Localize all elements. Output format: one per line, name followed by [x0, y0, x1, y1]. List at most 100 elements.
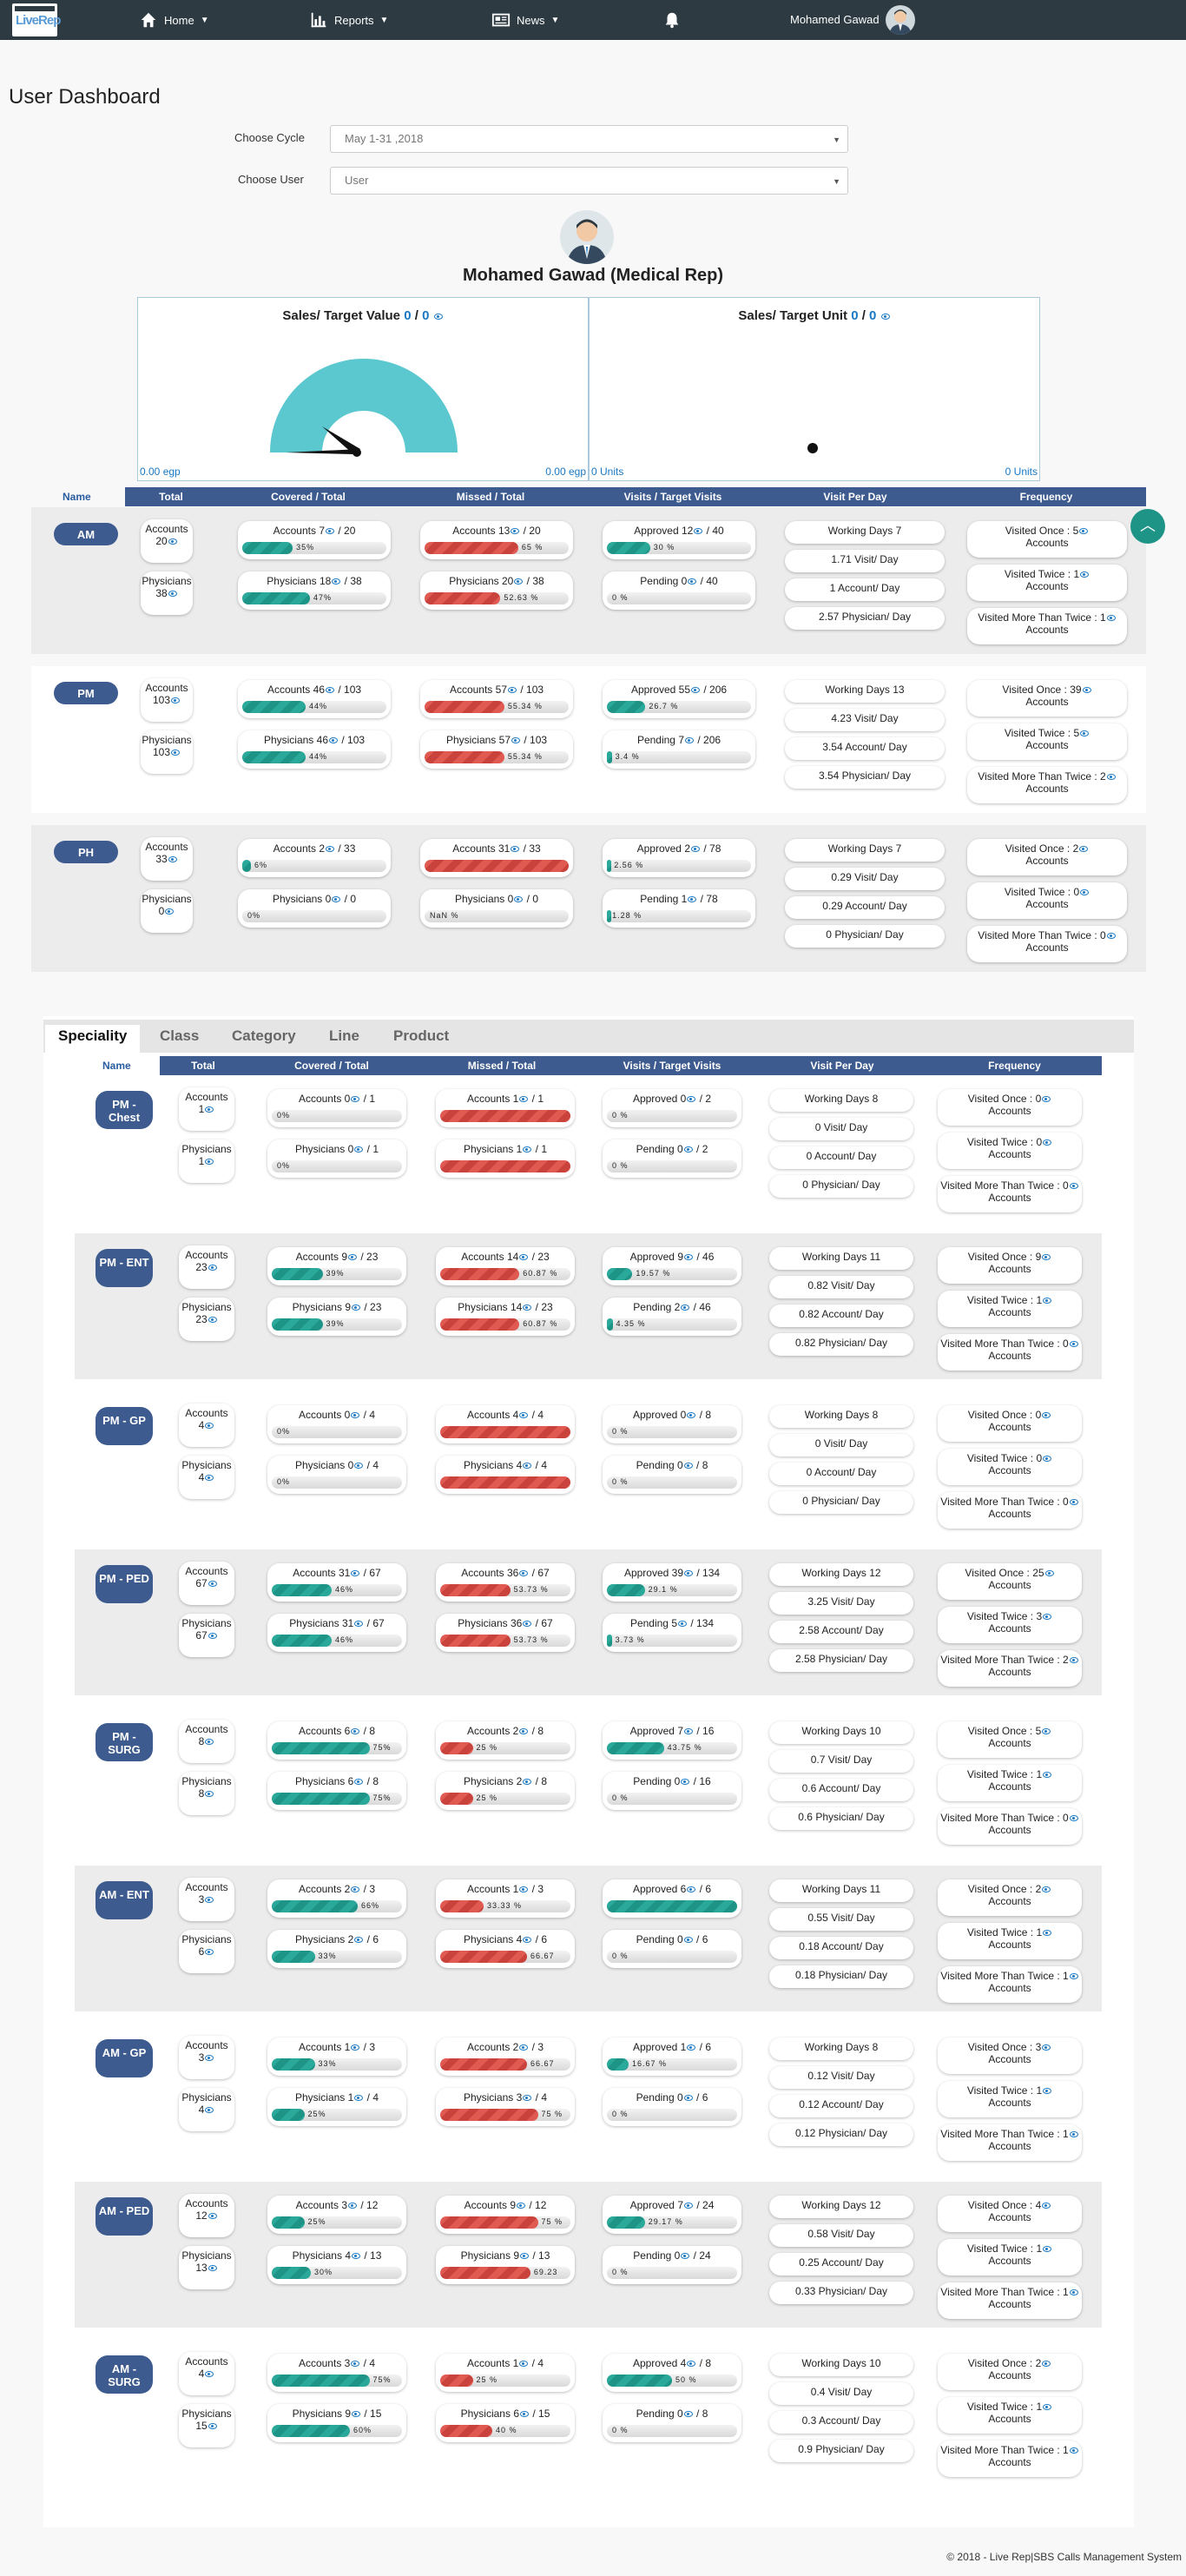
eye-icon[interactable]: [1069, 1341, 1078, 1347]
name-pill[interactable]: AM - SURG: [96, 2355, 153, 2394]
missed-physicians-card[interactable]: Physicians 4 / 6 66.67: [436, 1930, 575, 1968]
eye-icon[interactable]: [523, 1463, 532, 1469]
visited-twice-card[interactable]: Visited Twice : 1 Accounts: [938, 2397, 1082, 2434]
eye-icon[interactable]: [205, 1896, 214, 1903]
visited-more-card[interactable]: Visited More Than Twice : 0 Accounts: [938, 1808, 1082, 1845]
covered-physicians-card[interactable]: Physicians 2 / 6 33%: [267, 1930, 406, 1968]
eye-icon[interactable]: [684, 1254, 694, 1260]
eye-icon[interactable]: [688, 578, 697, 585]
eye-icon[interactable]: [880, 314, 890, 320]
eye-icon[interactable]: [687, 1886, 696, 1892]
visited-twice-card[interactable]: Visited Twice : 1 Accounts: [938, 1291, 1082, 1327]
eye-icon[interactable]: [684, 1570, 694, 1576]
eye-icon[interactable]: [691, 687, 701, 693]
approved-visits-card[interactable]: Approved 0 / 20 %: [603, 1089, 741, 1127]
eye-icon[interactable]: [1042, 2203, 1051, 2209]
pending-visits-card[interactable]: Pending 0 / 24 0 %: [603, 2246, 741, 2284]
covered-accounts-card[interactable]: Accounts 3 / 4 75%: [267, 2354, 406, 2392]
visited-twice-card[interactable]: Visited Twice : 1 Accounts: [938, 2239, 1082, 2275]
missed-physicians-card[interactable]: Physicians 9 / 13 69.23: [436, 2246, 575, 2284]
visited-twice-card[interactable]: Visited Twice : 1 Accounts: [967, 565, 1127, 601]
eye-icon[interactable]: [351, 2044, 360, 2051]
eye-icon[interactable]: [205, 2106, 214, 2113]
eye-icon[interactable]: [520, 2253, 529, 2259]
covered-accounts-card[interactable]: Accounts 6 / 8 75%: [267, 1721, 406, 1760]
eye-icon[interactable]: [519, 1254, 529, 1260]
pending-visits-card[interactable]: Pending 0 / 6 0 %: [603, 1930, 741, 1968]
eye-icon[interactable]: [519, 1570, 529, 1576]
nav-news[interactable]: News ▼: [491, 0, 559, 40]
eye-icon[interactable]: [205, 1106, 214, 1113]
eye-icon[interactable]: [351, 1096, 360, 1102]
notifications-button[interactable]: [662, 0, 682, 40]
eye-icon[interactable]: [519, 1096, 529, 1102]
missed-physicians-card[interactable]: Physicians 36 / 67 53.73 %: [436, 1614, 575, 1652]
eye-icon[interactable]: [326, 687, 334, 693]
missed-accounts-card[interactable]: Accounts 1 / 4 25 %: [436, 2354, 575, 2392]
eye-icon[interactable]: [352, 1305, 360, 1311]
eye-icon[interactable]: [348, 2203, 357, 2209]
eye-icon[interactable]: [354, 1146, 364, 1153]
approved-visits-card[interactable]: Approved 4 / 8 50 %: [603, 2354, 741, 2392]
pending-visits-card[interactable]: Pending 2 / 46 4.35 %: [603, 1298, 741, 1336]
approved-visits-card[interactable]: Approved 1 / 6 16.67 %: [603, 2038, 741, 2076]
eye-icon[interactable]: [520, 2411, 529, 2417]
visited-twice-card[interactable]: Visited Twice : 3 Accounts: [938, 1607, 1082, 1643]
eye-icon[interactable]: [1069, 2131, 1078, 2137]
visited-once-card[interactable]: Visited Once : 0 Accounts: [938, 1405, 1082, 1442]
eye-icon[interactable]: [1079, 846, 1089, 852]
eye-icon[interactable]: [519, 2044, 529, 2051]
eye-icon[interactable]: [1069, 1499, 1078, 1505]
eye-icon[interactable]: [171, 749, 181, 756]
pending-visits-card[interactable]: Pending 0 / 6 0 %: [603, 2088, 741, 2126]
eye-icon[interactable]: [523, 1779, 532, 1785]
visited-once-card[interactable]: Visited Once : 25 Accounts: [938, 1563, 1082, 1600]
visited-twice-card[interactable]: Visited Twice : 1 Accounts: [938, 1923, 1082, 1959]
eye-icon[interactable]: [1080, 889, 1090, 895]
user-select[interactable]: User ▼: [330, 167, 848, 195]
visited-twice-card[interactable]: Visited Twice : 0 Accounts: [938, 1449, 1082, 1485]
approved-visits-card[interactable]: Approved 9 / 46 19.57 %: [603, 1247, 741, 1285]
missed-accounts-card[interactable]: Accounts 14 / 23 60.87 %: [436, 1247, 575, 1285]
eye-icon[interactable]: [326, 846, 334, 852]
pending-visits-card[interactable]: Pending 0 / 8 0 %: [603, 2404, 741, 2442]
cycle-select[interactable]: May 1-31 ,2018 ▼: [330, 125, 848, 153]
eye-icon[interactable]: [1042, 1728, 1051, 1734]
approved-visits-card[interactable]: Approved 39 / 134 29.1 %: [603, 1563, 741, 1602]
missed-accounts-card[interactable]: Accounts 31 / 33: [420, 839, 573, 877]
eye-icon[interactable]: [681, 2253, 690, 2259]
eye-icon[interactable]: [205, 1948, 214, 1955]
eye-icon[interactable]: [352, 2253, 360, 2259]
avatar[interactable]: [886, 5, 915, 35]
eye-icon[interactable]: [683, 1937, 693, 1943]
eye-icon[interactable]: [168, 855, 177, 862]
visited-twice-card[interactable]: Visited Twice : 0 Accounts: [938, 1133, 1082, 1169]
eye-icon[interactable]: [354, 1621, 364, 1627]
eye-icon[interactable]: [511, 846, 520, 852]
pending-visits-card[interactable]: Pending 0 / 2 0 %: [603, 1139, 741, 1178]
missed-physicians-card[interactable]: Physicians 4 / 4: [436, 1456, 575, 1494]
eye-icon[interactable]: [1043, 1772, 1052, 1778]
eye-icon[interactable]: [519, 1728, 529, 1734]
covered-physicians-card[interactable]: Physicians 0 / 1 0%: [267, 1139, 406, 1178]
eye-icon[interactable]: [1082, 687, 1091, 693]
visited-more-card[interactable]: Visited More Than Twice : 2 Accounts: [938, 1650, 1082, 1687]
eye-icon[interactable]: [351, 1886, 360, 1892]
eye-icon[interactable]: [687, 2361, 696, 2367]
eye-icon[interactable]: [519, 2361, 529, 2367]
eye-icon[interactable]: [329, 737, 338, 743]
eye-icon[interactable]: [165, 908, 175, 915]
eye-icon[interactable]: [523, 1937, 532, 1943]
eye-icon[interactable]: [1042, 1096, 1051, 1102]
eye-icon[interactable]: [1044, 1570, 1054, 1576]
eye-icon[interactable]: [687, 1096, 696, 1102]
eye-icon[interactable]: [354, 2095, 364, 2101]
approved-visits-card[interactable]: Approved 2 / 78 2.56 %: [603, 839, 755, 877]
eye-icon[interactable]: [523, 1146, 532, 1153]
eye-icon[interactable]: [208, 2212, 217, 2219]
eye-icon[interactable]: [351, 1412, 360, 1418]
eye-icon[interactable]: [514, 578, 524, 585]
visited-once-card[interactable]: Visited Once : 2 Accounts: [938, 2354, 1082, 2390]
covered-accounts-card[interactable]: Accounts 9 / 23 39%: [267, 1247, 406, 1285]
approved-visits-card[interactable]: Approved 6 / 6: [603, 1879, 741, 1918]
